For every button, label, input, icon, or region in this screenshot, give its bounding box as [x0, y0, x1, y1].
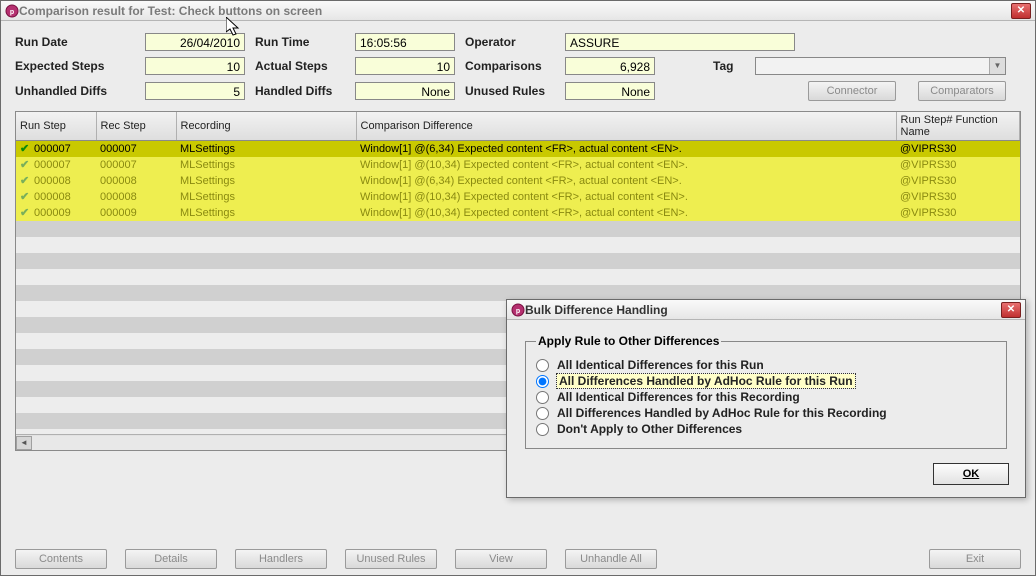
radio-dont-apply[interactable]: Don't Apply to Other Differences	[536, 422, 996, 436]
actual-steps-label: Actual Steps	[245, 59, 355, 73]
col-recording[interactable]: Recording	[176, 112, 356, 141]
comparisons-label: Comparisons	[455, 59, 565, 73]
run-time-label: Run Time	[245, 35, 355, 49]
col-rec-step[interactable]: Rec Step	[96, 112, 176, 141]
actual-steps-value: 10	[355, 57, 455, 75]
check-icon: ✔	[20, 206, 32, 220]
expected-steps-label: Expected Steps	[15, 59, 145, 73]
empty-row	[16, 253, 1020, 269]
dialog-body: Apply Rule to Other Differences All Iden…	[507, 320, 1025, 497]
bulk-diff-dialog[interactable]: p Bulk Difference Handling ✕ Apply Rule …	[506, 299, 1026, 498]
comparators-button[interactable]: Comparators	[918, 81, 1006, 101]
radio-identical-recording[interactable]: All Identical Differences for this Recor…	[536, 390, 996, 404]
ok-button[interactable]: OK	[933, 463, 1009, 485]
check-icon: ✔	[20, 190, 32, 204]
svg-text:p: p	[10, 9, 14, 16]
dialog-title: Bulk Difference Handling	[525, 303, 668, 317]
empty-row	[16, 269, 1020, 285]
table-row[interactable]: ✔000008000008MLSettingsWindow[1] @(6,34)…	[16, 173, 1020, 189]
check-icon: ✔	[20, 158, 32, 172]
table-row[interactable]: ✔000007000007MLSettingsWindow[1] @(6,34)…	[16, 141, 1020, 158]
app-icon: p	[5, 4, 19, 18]
unhandle-all-button[interactable]: Unhandle All	[565, 549, 657, 569]
table-header-row: Run Step Rec Step Recording Comparison D…	[16, 112, 1020, 141]
col-diff[interactable]: Comparison Difference	[356, 112, 896, 141]
run-time-value: 16:05:56	[355, 33, 455, 51]
chevron-down-icon[interactable]: ▼	[989, 58, 1005, 74]
connector-button[interactable]: Connector	[808, 81, 896, 101]
handlers-button[interactable]: Handlers	[235, 549, 327, 569]
comparison-result-window: p Comparison result for Test: Check butt…	[0, 0, 1036, 576]
table-row[interactable]: ✔000008000008MLSettingsWindow[1] @(10,34…	[16, 189, 1020, 205]
col-run-step[interactable]: Run Step	[16, 112, 96, 141]
radio-adhoc-recording[interactable]: All Differences Handled by AdHoc Rule fo…	[536, 406, 996, 420]
window-title: Comparison result for Test: Check button…	[19, 4, 322, 18]
empty-row	[16, 237, 1020, 253]
radio-label: Don't Apply to Other Differences	[557, 422, 742, 436]
exit-button[interactable]: Exit	[929, 549, 1021, 569]
operator-label: Operator	[455, 35, 565, 49]
radio-label: All Identical Differences for this Recor…	[557, 390, 800, 404]
radio-adhoc-run[interactable]: All Differences Handled by AdHoc Rule fo…	[536, 374, 996, 388]
dialog-app-icon: p	[511, 303, 525, 317]
contents-button[interactable]: Contents	[15, 549, 107, 569]
table-row[interactable]: ✔000009000009MLSettingsWindow[1] @(10,34…	[16, 205, 1020, 221]
col-func[interactable]: Run Step# Function Name	[896, 112, 1020, 141]
view-button[interactable]: View	[455, 549, 547, 569]
details-button[interactable]: Details	[125, 549, 217, 569]
check-icon: ✔	[20, 174, 32, 188]
scroll-left-icon[interactable]: ◄	[16, 436, 32, 450]
close-icon[interactable]: ✕	[1011, 3, 1031, 19]
svg-text:p: p	[516, 308, 520, 315]
radio-label: All Differences Handled by AdHoc Rule fo…	[557, 406, 887, 420]
unused-rules-value: None	[565, 82, 655, 100]
empty-row	[16, 221, 1020, 237]
run-date-value: 26/04/2010	[145, 33, 245, 51]
window-titlebar: p Comparison result for Test: Check butt…	[1, 1, 1035, 21]
apply-rule-fieldset: Apply Rule to Other Differences All Iden…	[525, 334, 1007, 449]
run-date-label: Run Date	[15, 35, 145, 49]
operator-value: ASSURE	[565, 33, 795, 51]
radio-identical-run[interactable]: All Identical Differences for this Run	[536, 358, 996, 372]
tag-combo[interactable]: ▼	[755, 57, 1006, 75]
unused-rules-label: Unused Rules	[455, 84, 565, 98]
dialog-close-icon[interactable]: ✕	[1001, 302, 1021, 318]
tag-label: Tag	[695, 59, 755, 73]
unused-rules-button[interactable]: Unused Rules	[345, 549, 437, 569]
handled-diffs-label: Handled Diffs	[245, 84, 355, 98]
table-row[interactable]: ✔000007000007MLSettingsWindow[1] @(10,34…	[16, 157, 1020, 173]
fieldset-legend: Apply Rule to Other Differences	[536, 334, 721, 348]
unhandled-diffs-label: Unhandled Diffs	[15, 84, 145, 98]
comparisons-value: 6,928	[565, 57, 655, 75]
radio-label: All Differences Handled by AdHoc Rule fo…	[557, 374, 855, 388]
unhandled-diffs-value: 5	[145, 82, 245, 100]
handled-diffs-value: None	[355, 82, 455, 100]
radio-label: All Identical Differences for this Run	[557, 358, 764, 372]
dialog-titlebar: p Bulk Difference Handling ✕	[507, 300, 1025, 320]
expected-steps-value: 10	[145, 57, 245, 75]
check-icon: ✔	[20, 142, 32, 156]
bottom-buttonbar: Contents Details Handlers Unused Rules V…	[1, 549, 1035, 569]
